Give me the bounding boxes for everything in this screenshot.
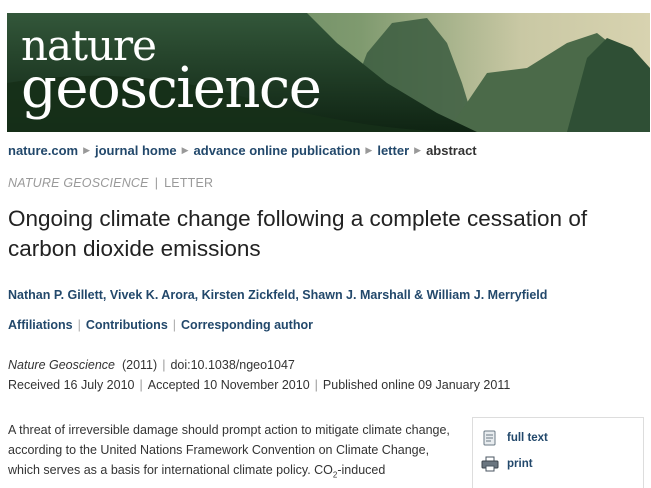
received-date: Received 16 July 2010 (8, 378, 135, 392)
citation-line: Nature Geoscience (2011) | doi:10.1038/nge… (8, 358, 295, 372)
corresponding-author-link[interactable]: Corresponding author (181, 318, 313, 332)
divider: | (162, 358, 166, 372)
affiliations-link[interactable]: Affiliations (8, 318, 73, 332)
article-tools-box: full text print (472, 417, 644, 488)
breadcrumb-journal-home[interactable]: journal home (95, 143, 177, 158)
divider: | (172, 318, 177, 332)
doi: doi:10.1038/ngeo1047 (170, 358, 295, 372)
journal-section-label: NATURE GEOSCIENCE | LETTER (8, 176, 213, 190)
journal-name: NATURE GEOSCIENCE (8, 176, 149, 190)
accepted-date: Accepted 10 November 2010 (147, 378, 310, 392)
divider: | (77, 318, 81, 332)
chevron-right-icon: ▶ (365, 144, 373, 155)
article-title: Ongoing climate change following a compl… (8, 206, 588, 261)
breadcrumb-nature-com[interactable]: nature.com (8, 143, 78, 158)
abstract-tail: -induced (337, 463, 386, 477)
journal-banner[interactable]: nature geoscience (7, 13, 650, 132)
article-info-links: Affiliations | Contributions | Corresponding… (8, 318, 313, 332)
divider: | (314, 378, 318, 392)
chevron-right-icon: ▶ (181, 144, 189, 155)
publication-dates: Received 16 July 2010 | Accepted 10 Novemb… (8, 378, 510, 392)
full-text-link[interactable]: full text (481, 430, 548, 446)
citation-year: (2011) (121, 358, 158, 372)
breadcrumb-advance-online[interactable]: advance online publication (194, 143, 361, 158)
breadcrumb: nature.com ▶ journal home ▶ advance onli… (8, 141, 477, 159)
logo-line-geoscience: geoscience (21, 56, 322, 121)
divider: | (139, 378, 143, 392)
breadcrumb-abstract: abstract (426, 142, 477, 158)
nature-geoscience-logo[interactable]: nature geoscience (21, 25, 322, 121)
published-date: Published online 09 January 2011 (322, 378, 511, 392)
document-icon (481, 430, 499, 446)
chevron-right-icon: ▶ (83, 144, 90, 155)
article-type: LETTER (164, 176, 214, 190)
author-list[interactable]: Nathan P. Gillett, Vivek K. Arora, Kirst… (8, 288, 547, 302)
full-text-label: full text (507, 432, 548, 444)
contributions-link[interactable]: Contributions (86, 318, 168, 332)
citation-journal: Nature Geoscience (8, 358, 116, 372)
print-label: print (507, 458, 533, 470)
abstract-text: A threat of irreversible damage should p… (8, 420, 460, 486)
print-link[interactable]: print (481, 456, 533, 472)
breadcrumb-letter[interactable]: letter (377, 143, 409, 158)
divider: | (154, 176, 159, 190)
chevron-right-icon: ▶ (414, 144, 422, 155)
printer-icon (481, 456, 499, 472)
